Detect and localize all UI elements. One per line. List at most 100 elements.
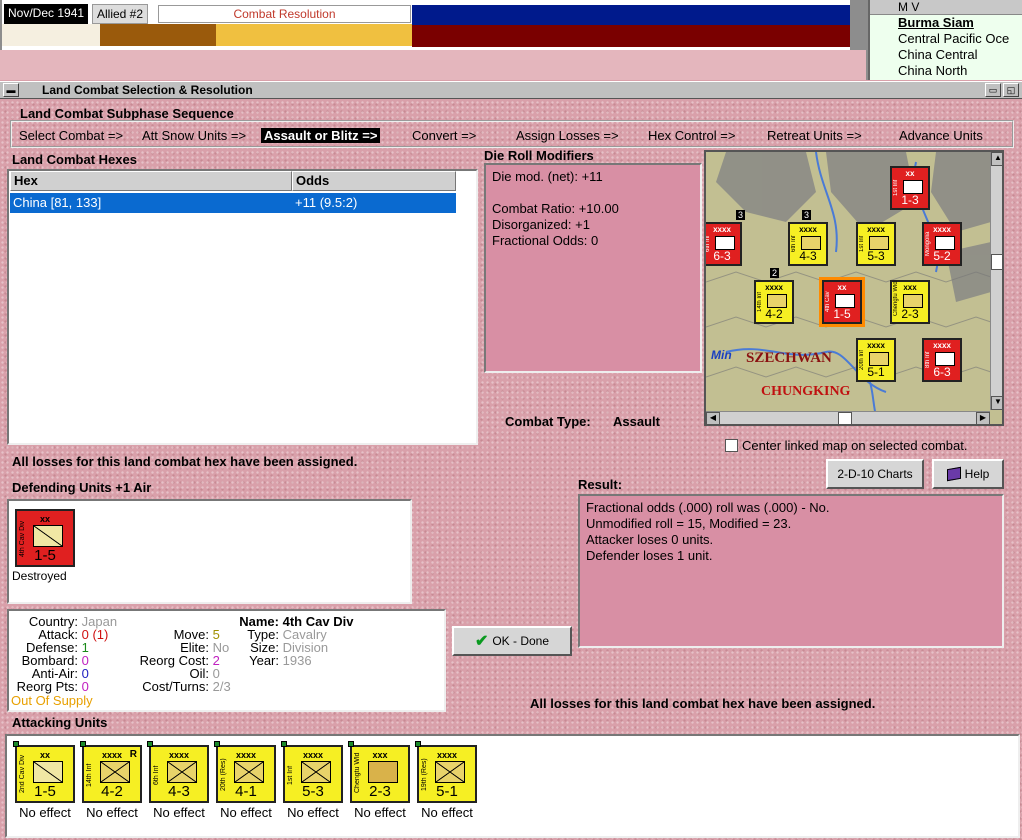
scroll-thumb-v[interactable] [991,254,1002,270]
region-list[interactable]: M V Burma Siam Central Pacific Oce China… [868,0,1022,80]
defending-units-panel: xx 4th Cav Div 1-5 Destroyed [7,499,412,604]
map-counter[interactable]: xxxx 14th Inf 4-2 [754,280,794,324]
infantry-icon [234,761,264,783]
map-counter[interactable]: xxxx 20th Inf 5-1 [856,338,896,382]
stack-count: 2 [770,268,780,278]
maximize-button[interactable]: ◱ [1003,83,1019,97]
restore-button[interactable]: ▭ [985,83,1001,97]
defending-unit-counter[interactable]: xx 4th Cav Div 1-5 [15,509,75,567]
seq-convert: Convert => [412,128,477,143]
scroll-right-icon[interactable]: ▶ [976,412,990,424]
losses-status: All losses for this land combat hex have… [12,454,358,469]
active-side: Allied #2 [92,4,149,24]
cavalry-icon [33,761,63,783]
map-counter[interactable]: xxxx Mongolia 5-2 [922,222,962,266]
attacking-heading: Attacking Units [12,715,108,730]
map-counter[interactable]: xxx Chengtu Wld 2-3 [890,280,930,324]
attacking-unit-counter[interactable]: xxxx 19th (Res) 5-1 [415,741,477,803]
scroll-up-icon[interactable]: ▲ [991,152,1002,166]
unit-values: 5-3 [302,783,324,800]
unit-status-dot [13,741,19,747]
unit-values: 1-5 [34,783,56,800]
attacking-unit-counter[interactable]: xx 2nd Cav Div 1-5 [13,741,75,803]
map-vertical-scrollbar[interactable]: ▲ ▼ [990,152,1002,410]
region-item-china-central[interactable]: China Central [870,47,1022,63]
result-line: Fractional odds (.000) roll was (.000) -… [586,500,830,515]
center-map-checkbox[interactable] [725,439,738,452]
attacking-unit-counter[interactable]: xxx Chengtu Wld 2-3 [348,741,410,803]
unit-status-dot [214,741,220,747]
map-horizontal-scrollbar[interactable]: ◀ ▶ [706,411,990,424]
unit-values: 5-1 [436,783,458,800]
ok-done-button[interactable]: ✔ OK - Done [452,626,572,656]
scroll-down-icon[interactable]: ▼ [991,396,1002,410]
costturns-label: Cost/Turns: [142,679,209,694]
map-counter[interactable]: xxxx 1st Inf 5-3 [856,222,896,266]
unit-info-panel: Country: Japan Attack: 0 (1) Defense: 1 … [7,609,446,712]
table-row-hex[interactable]: China [81, 133] [10,193,292,213]
region-list-header: M V [870,0,1022,15]
unit-status-dot [415,741,421,747]
charts-button[interactable]: 2-D-10 Charts [826,459,924,489]
hexes-table[interactable]: Hex Odds China [81, 133] +11 (9.5:2) [7,169,478,445]
col-header-odds[interactable]: Odds [292,171,456,191]
help-button-label: Help [964,467,990,481]
table-row-odds[interactable]: +11 (9.5:2) [292,193,456,213]
book-icon [946,466,961,482]
region-item-burma-siam[interactable]: Burma Siam [870,15,1022,31]
year-value: 1936 [282,653,312,668]
seq-retreat-units: Retreat Units => [767,128,862,143]
reorgpts-value: 0 [81,679,89,694]
unit-status-dot [147,741,153,747]
attacking-unit-counter[interactable]: xxxx 1st Inf 5-3 [281,741,343,803]
attacking-unit-effect: No effect [153,805,205,820]
stack-count: 3 [736,210,746,220]
seq-select-combat: Select Combat => [19,128,124,143]
window-title: Land Combat Selection & Resolution [42,83,253,97]
map-counter[interactable]: xxxx 6th Inf 4-3 [788,222,828,266]
region-item-china-north[interactable]: China North [870,63,1022,79]
center-map-label: Center linked map on selected combat. [742,438,968,453]
attacking-unit-counter[interactable]: xxxx R 14th Inf 4-2 [80,741,142,803]
col-header-hex[interactable]: Hex [10,171,292,191]
stack-count: 3 [802,210,812,220]
infantry-icon [167,761,197,783]
modifier-fractional: Fractional Odds: 0 [492,233,599,248]
window-title-bar[interactable]: ▬ Land Combat Selection & Resolution ▭ ◱ [0,81,1022,99]
scroll-thumb-h[interactable] [838,412,852,424]
infantry-icon [435,761,465,783]
system-menu-button[interactable]: ▬ [3,83,19,97]
scroll-left-icon[interactable]: ◀ [706,412,720,424]
map-counter[interactable]: xxxx 6th Inf 6-3 [706,222,742,266]
attacking-unit-effect: No effect [86,805,138,820]
modifier-net: Die mod. (net): +11 [492,169,603,184]
map-label-chungking: CHUNGKING [761,384,851,399]
militia-icon [368,761,398,783]
map-counter-target[interactable]: xx 4th Cav 1-5 [822,280,862,324]
unit-values: 4-2 [101,783,123,800]
attacking-units-panel: xx 2nd Cav Div 1-5 No effect xxxx R 14th Inf… [5,734,1020,838]
infantry-icon [301,761,331,783]
attacking-unit-counter[interactable]: xxxx 6th Inf 4-3 [147,741,209,803]
unit-status-dot [348,741,354,747]
result-line: Attacker loses 0 units. [586,532,714,547]
reserve-flag: R [129,749,137,760]
modifier-combat-ratio: Combat Ratio: +10.00 [492,201,619,216]
map-counter[interactable]: xx 1st Inf 1-3 [890,166,930,210]
unit-values: 2-3 [369,783,391,800]
costturns-value: 2/3 [212,679,231,694]
modifier-spacer [492,185,694,201]
unit-values: 4-1 [235,783,257,800]
help-button[interactable]: Help [932,459,1004,489]
map-label-szechwan: SZECHWAN [746,350,832,366]
phase-indicator: Combat Resolution [158,5,411,23]
region-item-central-pacific[interactable]: Central Pacific Oce [870,31,1022,47]
attacking-unit-counter[interactable]: xxxx 20th (Res) 4-1 [214,741,276,803]
seq-assign-losses: Assign Losses => [516,128,619,143]
seq-hex-control: Hex Control => [648,128,736,143]
map-counter[interactable]: xxxx 8th Inf 6-3 [922,338,962,382]
result-line: Unmodified roll = 15, Modified = 23. [586,516,792,531]
linked-map[interactable]: SZECHWAN CHUNGKING Min xx 1st Inf 1-3 xxxx… [704,150,1004,426]
cavalry-icon [33,525,63,547]
checkmark-icon: ✔ [474,633,489,650]
